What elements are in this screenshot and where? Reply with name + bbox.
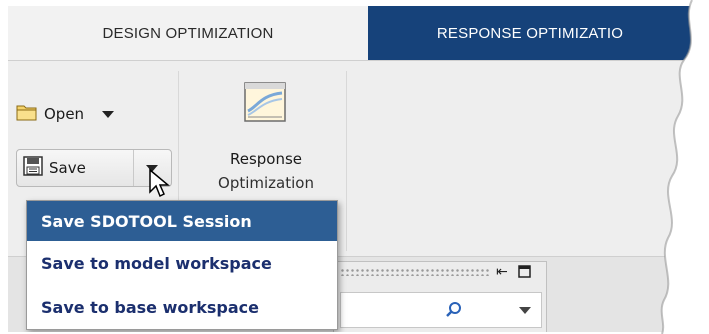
response-optimization-button[interactable]: Response Optimization [196,75,336,195]
panel-search-field[interactable] [340,292,542,328]
toolstrip-tab-bar: DESIGN OPTIMIZATION RESPONSE OPTIMIZATIO [8,6,692,60]
floppy-disk-icon [23,156,43,180]
response-optimization-label: Response [229,150,303,168]
response-optimization-label-line2: Optimization [218,174,314,192]
menu-item-save-sdotool-session[interactable]: Save SDOTOOL Session [27,201,337,241]
open-button-label: Open [44,105,85,123]
chevron-down-icon[interactable] [519,307,531,314]
menu-item-save-to-base-workspace[interactable]: Save to base workspace [27,287,337,327]
undock-icon[interactable]: ⇤ [496,264,508,280]
app-window: DESIGN OPTIMIZATION RESPONSE OPTIMIZATIO… [8,6,692,332]
tab-design-optimization[interactable]: DESIGN OPTIMIZATION [8,6,369,60]
save-button-label: Save [49,159,86,177]
screenshot-scene: DESIGN OPTIMIZATION RESPONSE OPTIMIZATIO… [0,0,709,334]
mouse-pointer-icon [148,168,171,203]
save-button[interactable]: Save [17,150,133,186]
response-optimization-icon [243,81,287,128]
panel-grip[interactable] [340,268,490,276]
maximize-icon[interactable] [518,265,531,282]
torn-page-edge [660,0,709,334]
docked-panel: ⇤ [333,261,547,332]
group-divider [346,71,347,251]
menu-item-save-to-model-workspace[interactable]: Save to model workspace [27,243,337,283]
save-dropdown-menu: Save SDOTOOL Session Save to model works… [26,200,338,330]
search-icon[interactable] [445,301,463,324]
folder-icon [16,103,38,125]
open-button[interactable]: Open [16,103,115,125]
chevron-down-icon[interactable] [102,110,115,118]
